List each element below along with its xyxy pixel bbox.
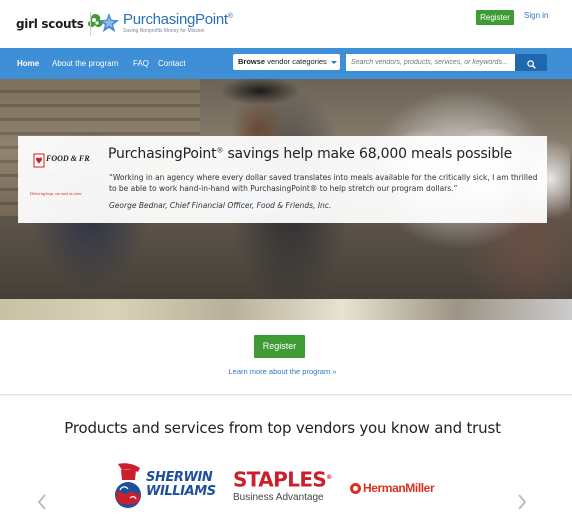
search-icon [526,60,536,69]
chevron-left-icon[interactable] [36,493,48,511]
search-input[interactable] [346,54,515,71]
purchasingpoint-name: PurchasingPoint® [123,11,233,28]
testimonial-title: PurchasingPoint® savings help make 68,00… [108,146,513,162]
sherwin-line1: SHERWIN [146,470,213,485]
nav-item-contact[interactable]: Contact [158,59,186,68]
main-nav: Home About the program FAQ Contact Brows… [0,48,572,79]
browse-categories-dropdown[interactable]: Browse vendor categories [233,54,340,70]
sherwin-williams-logo[interactable]: SHERWIN WILLIAMS [112,462,222,512]
sign-in-link[interactable]: Sign in [524,11,548,20]
staples-wordmark: STAPLES® [233,467,332,492]
purchasingpoint-tagline: Saving Nonprofits Money for Mission [123,28,205,34]
nav-item-about[interactable]: About the program [52,59,118,68]
purchasingpoint-logo[interactable]: PurchasingPoint® Saving Nonprofits Money… [98,12,233,34]
staples-logo[interactable]: STAPLES® Business Advantage [233,468,333,508]
chevron-right-icon[interactable] [516,493,528,511]
food-and-friends-logo-text: FOOD & FRIENDS [45,154,90,163]
girl-scouts-logo[interactable]: girl scouts [16,12,105,32]
sherwin-williams-wordmark: SHERWIN WILLIAMS [146,471,216,499]
herman-miller-mark-icon [350,482,361,494]
site-header: girl scouts PurchasingPoint® Saving Nonp… [0,0,572,48]
vendors-heading: Products and services from top vendors y… [64,419,501,437]
browse-label-rest: vendor categories [267,57,327,66]
star-icon [98,12,120,33]
staples-subtitle: Business Advantage [233,491,324,503]
section-divider [0,394,572,396]
hero-photo-counter [0,299,572,320]
herman-miller-logo[interactable]: HermanMiller [350,481,435,495]
learn-more-link[interactable]: Learn more about the program » [0,367,565,376]
paint-globe-icon [115,463,141,508]
chevron-down-icon [330,60,337,64]
testimonial-box: FOOD & FRIENDS Delivering hope, one meal… [18,136,547,223]
herman-miller-wordmark: HermanMiller [363,481,435,495]
testimonial-quote: “Working in an agency where every dollar… [109,173,538,193]
nav-item-faq[interactable]: FAQ [133,59,149,68]
register-button[interactable]: Register [254,335,305,358]
sherwin-line2: WILLIAMS [146,484,216,499]
browse-label-bold: Browse [238,57,266,66]
food-and-friends-tagline: Delivering hope, one meal at a time [30,192,82,196]
search-button[interactable] [515,54,547,71]
page: girl scouts PurchasingPoint® Saving Nonp… [0,0,572,522]
testimonial-attribution: George Bednar, Chief Financial Officer, … [109,201,332,210]
food-and-friends-logo: FOOD & FRIENDS [33,153,90,168]
purchasingpoint-wordmark: PurchasingPoint® Saving Nonprofits Money… [123,12,233,34]
header-register-button[interactable]: Register [476,10,514,25]
nav-item-home[interactable]: Home [17,59,39,68]
girl-scouts-wordmark: girl scouts [16,17,84,31]
logo-divider [90,12,91,36]
